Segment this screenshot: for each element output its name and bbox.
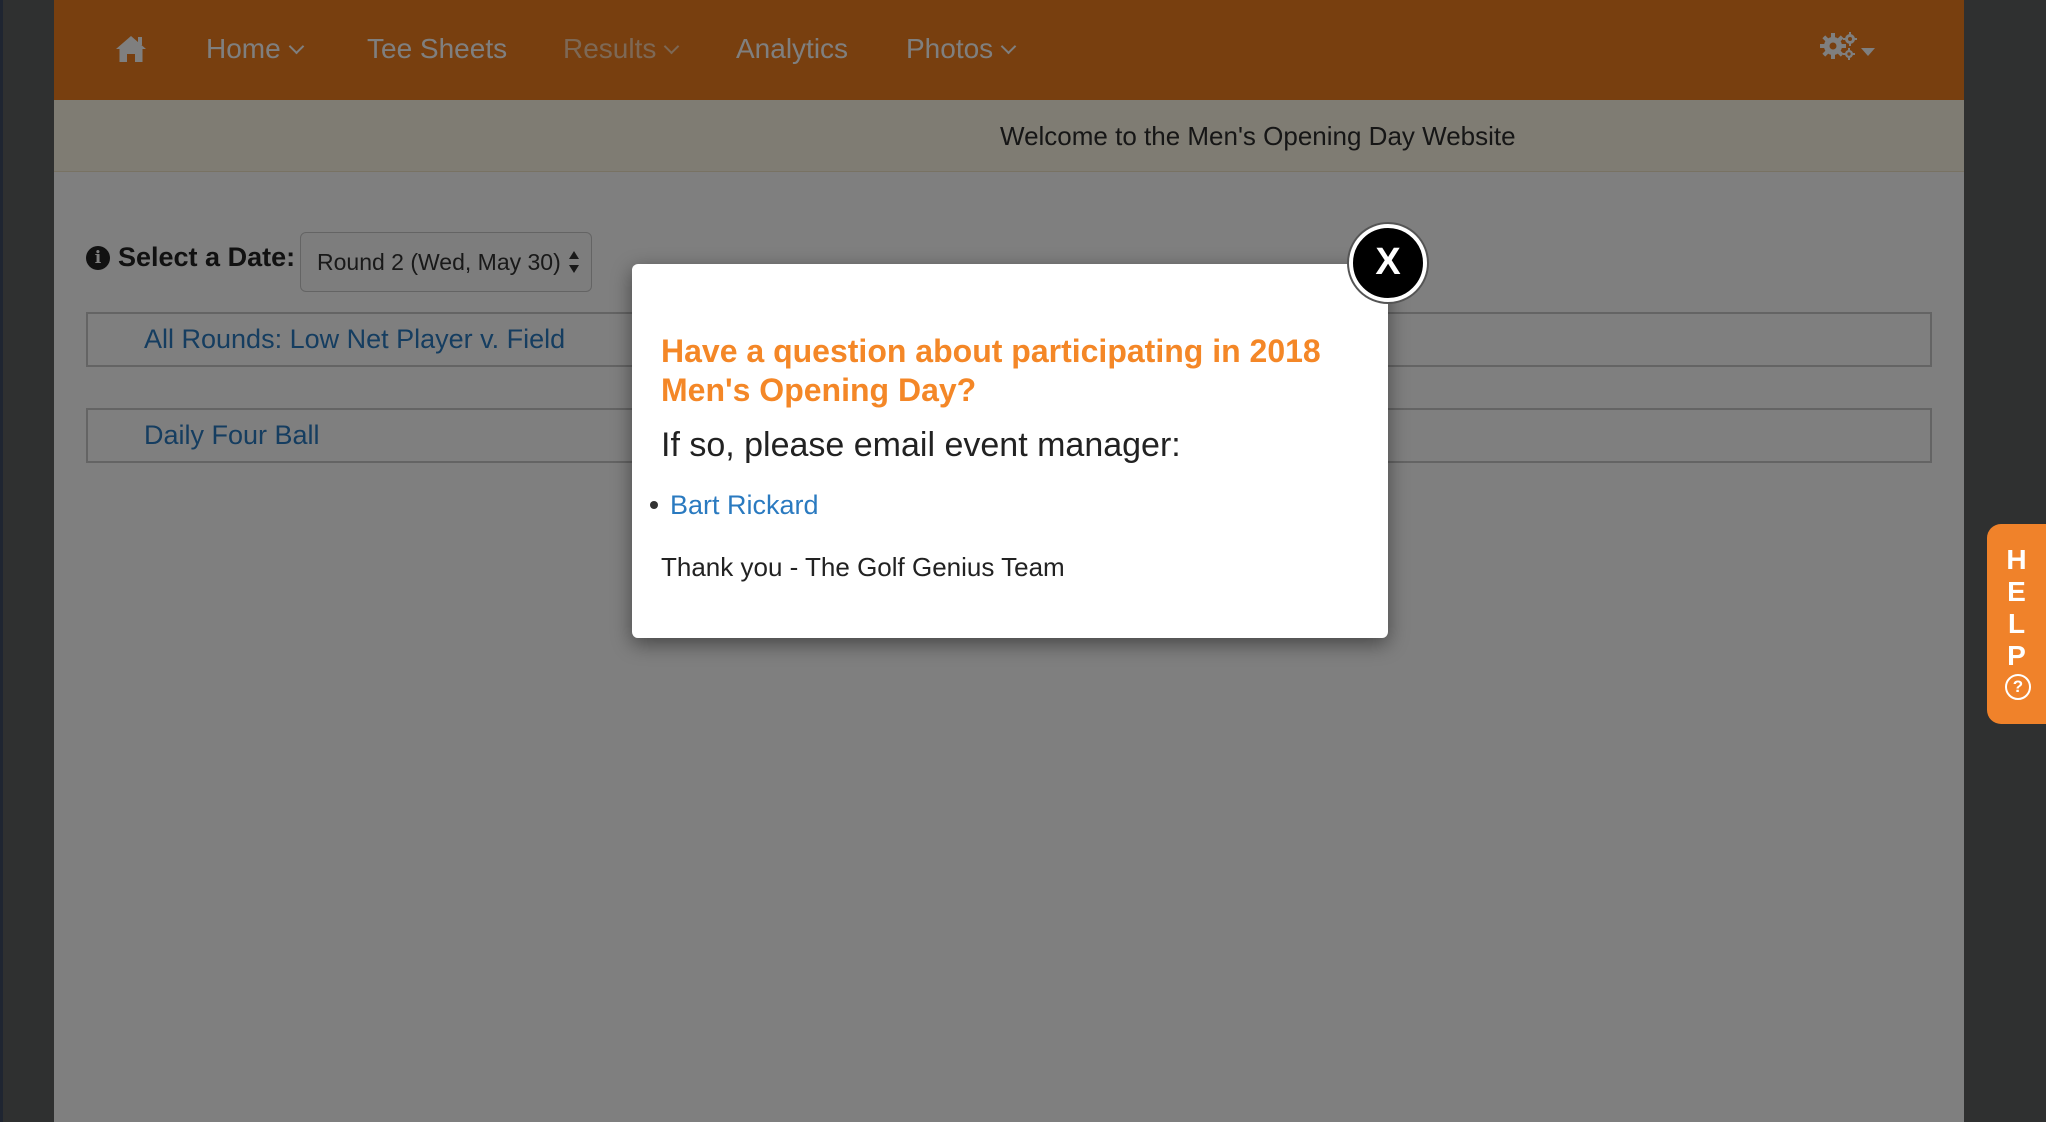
- help-letter: L: [2007, 608, 2026, 639]
- list-bullet: [650, 501, 658, 509]
- contact-list: Bart Rickard: [650, 490, 819, 521]
- help-tab-label: H E L P: [1987, 544, 2046, 672]
- help-tab[interactable]: H E L P ?: [1987, 524, 2046, 724]
- close-button[interactable]: X: [1349, 224, 1427, 302]
- modal-title: Have a question about participating in 2…: [661, 333, 1321, 408]
- contact-link-bart-rickard[interactable]: Bart Rickard: [670, 490, 819, 520]
- question-circle-icon: ?: [2005, 674, 2031, 700]
- modal-thanks: Thank you - The Golf Genius Team: [661, 552, 1065, 582]
- help-letter: H: [2006, 544, 2027, 575]
- contact-modal: Have a question about participating in 2…: [632, 264, 1388, 638]
- help-letter: P: [2007, 640, 2026, 671]
- modal-subtitle: If so, please email event manager:: [661, 426, 1181, 464]
- help-letter: E: [2007, 576, 2026, 607]
